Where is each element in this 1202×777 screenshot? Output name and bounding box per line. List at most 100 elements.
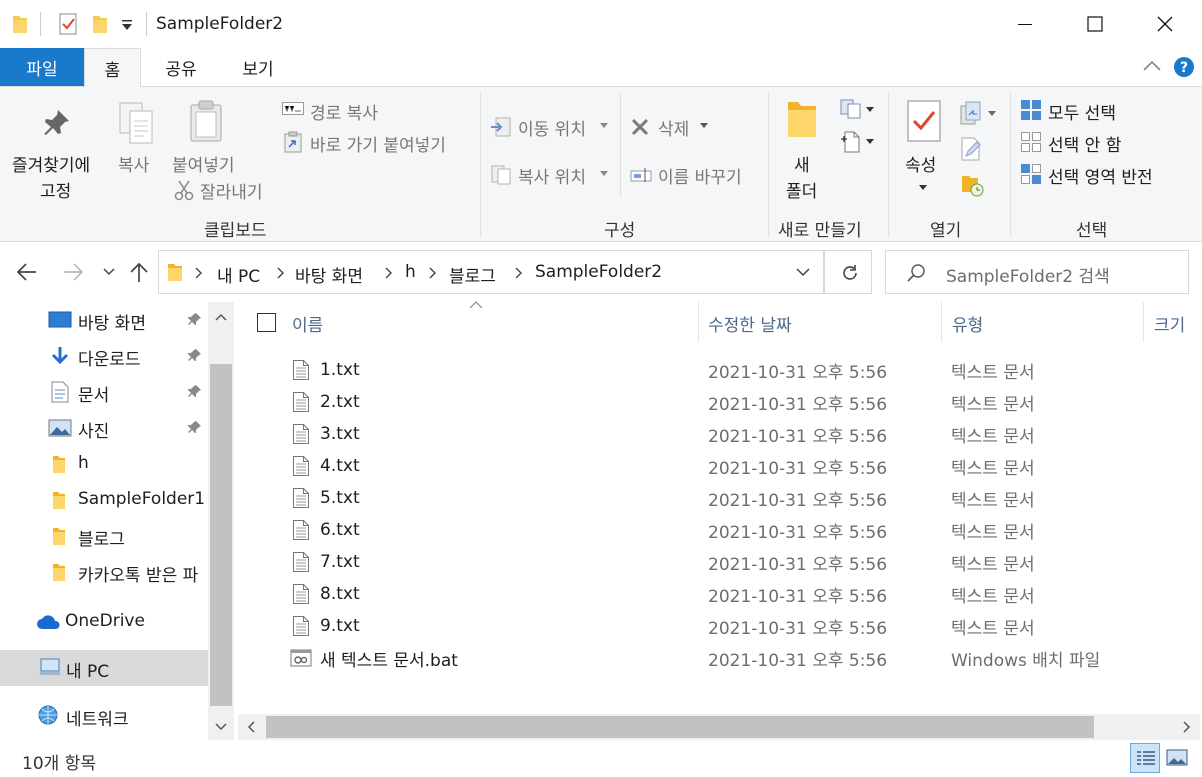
text-file-icon bbox=[292, 359, 310, 381]
copy-button[interactable]: 복사 bbox=[108, 87, 160, 197]
rename-button[interactable]: 이름 바꾸기 bbox=[630, 159, 760, 189]
file-row[interactable]: 2.txt 2021-10-31 오후 5:56 텍스트 문서 bbox=[240, 386, 1186, 418]
nav-item-downloads[interactable]: 다운로드 bbox=[0, 338, 208, 374]
select-none-icon bbox=[1020, 131, 1042, 153]
nav-item-my-pc[interactable]: 내 PC bbox=[0, 650, 208, 686]
file-row[interactable]: 8.txt 2021-10-31 오후 5:56 텍스트 문서 bbox=[240, 578, 1186, 610]
scroll-right-icon bbox=[1182, 721, 1192, 733]
select-all-checkbox[interactable] bbox=[257, 313, 276, 332]
folder-icon bbox=[52, 526, 66, 546]
recent-locations-button[interactable] bbox=[102, 266, 116, 278]
document-icon bbox=[50, 381, 70, 403]
forward-button[interactable] bbox=[60, 260, 86, 284]
search-box[interactable]: SampleFolder2 검색 bbox=[885, 250, 1189, 294]
file-row[interactable]: 1.txt 2021-10-31 오후 5:56 텍스트 문서 bbox=[240, 354, 1186, 386]
breadcrumb-separator-icon bbox=[515, 267, 523, 279]
invert-selection-button[interactable]: 선택 영역 반전 bbox=[1020, 161, 1180, 188]
nav-item-samplefolder1[interactable]: SampleFolder1 bbox=[0, 482, 208, 518]
details-view-button[interactable] bbox=[1130, 743, 1160, 773]
file-row[interactable]: 3.txt 2021-10-31 오후 5:56 텍스트 문서 bbox=[240, 418, 1186, 450]
nav-scrollbar-thumb[interactable] bbox=[210, 364, 232, 706]
copy-path-button[interactable]: 경로 복사 bbox=[282, 97, 402, 124]
pin-to-quick-access-button[interactable]: 즐겨찾기에 고정 bbox=[0, 87, 100, 207]
properties-label: 속성 bbox=[905, 156, 937, 176]
nav-item-onedrive[interactable]: OneDrive bbox=[0, 604, 208, 640]
file-row[interactable]: 7.txt 2021-10-31 오후 5:56 텍스트 문서 bbox=[240, 546, 1186, 578]
breadcrumb-h[interactable]: h bbox=[405, 262, 416, 282]
nav-item-blog[interactable]: 블로그 bbox=[0, 518, 208, 554]
file-row[interactable]: 5.txt 2021-10-31 오후 5:56 텍스트 문서 bbox=[240, 482, 1186, 514]
address-history-dropdown[interactable] bbox=[784, 250, 824, 294]
breadcrumb-desktop[interactable]: 바탕 화면 bbox=[295, 262, 363, 287]
nav-label-kakaotalk: 카카오톡 받은 파 bbox=[78, 566, 199, 586]
tab-view[interactable]: 보기 bbox=[228, 48, 288, 86]
new-folder-button[interactable]: 새 폴더 bbox=[778, 87, 828, 203]
breadcrumb-samplefolder2[interactable]: SampleFolder2 bbox=[535, 262, 662, 282]
text-file-icon bbox=[292, 615, 310, 637]
nav-item-pictures[interactable]: 사진 bbox=[0, 410, 208, 446]
move-to-button[interactable]: 이동 위치 bbox=[490, 111, 614, 141]
new-folder-quick-icon[interactable] bbox=[92, 14, 108, 34]
tab-home[interactable]: 홈 bbox=[84, 48, 141, 87]
nav-item-network[interactable]: 네트워크 bbox=[0, 698, 208, 734]
search-placeholder: SampleFolder2 검색 bbox=[946, 267, 1110, 287]
collapse-ribbon-icon[interactable] bbox=[1142, 58, 1162, 74]
file-row[interactable]: 6.txt 2021-10-31 오후 5:56 텍스트 문서 bbox=[240, 514, 1186, 546]
help-icon[interactable]: ? bbox=[1173, 56, 1195, 78]
nav-item-documents[interactable]: 문서 bbox=[0, 374, 208, 410]
new-item-button[interactable] bbox=[838, 97, 880, 123]
text-file-icon bbox=[292, 551, 310, 573]
delete-label: 삭제 bbox=[658, 120, 690, 140]
nav-item-desktop[interactable]: 바탕 화면 bbox=[0, 302, 208, 338]
breadcrumb-my-pc[interactable]: 내 PC bbox=[217, 262, 260, 287]
nav-scrollbar[interactable] bbox=[208, 302, 234, 740]
nav-item-kakaotalk[interactable]: 카카오톡 받은 파 bbox=[0, 554, 208, 590]
select-all-button[interactable]: 모두 선택 bbox=[1020, 97, 1140, 124]
column-header-modified[interactable]: 수정한 날짜 bbox=[708, 308, 938, 338]
pin-icon bbox=[40, 107, 72, 139]
file-type: 텍스트 문서 bbox=[951, 362, 1035, 383]
select-none-button[interactable]: 선택 안 함 bbox=[1020, 129, 1150, 156]
paste-button[interactable]: 붙여넣기 bbox=[168, 87, 248, 176]
refresh-button[interactable] bbox=[824, 250, 872, 294]
chevron-down-icon bbox=[795, 266, 811, 278]
copy-to-button[interactable]: 복사 위치 bbox=[490, 159, 614, 189]
close-button[interactable] bbox=[1130, 0, 1200, 48]
column-header-size[interactable]: 크기 bbox=[1154, 308, 1202, 338]
open-button[interactable] bbox=[960, 101, 1000, 127]
text-file-icon bbox=[292, 391, 310, 413]
back-button[interactable] bbox=[14, 260, 40, 284]
tab-file[interactable]: 파일 bbox=[0, 48, 84, 86]
pin-label-line1: 즐겨찾기에 bbox=[12, 156, 91, 176]
minimize-button[interactable] bbox=[990, 0, 1060, 48]
file-row[interactable]: 4.txt 2021-10-31 오후 5:56 텍스트 문서 bbox=[240, 450, 1186, 482]
up-button[interactable] bbox=[128, 260, 150, 284]
edit-button[interactable] bbox=[960, 137, 986, 163]
file-list-hscrollbar[interactable] bbox=[238, 714, 1200, 740]
column-header-name[interactable]: 이름 bbox=[292, 308, 692, 338]
breadcrumb-blog[interactable]: 블로그 bbox=[449, 262, 496, 287]
delete-button[interactable]: 삭제 bbox=[630, 111, 720, 141]
hscrollbar-thumb[interactable] bbox=[266, 716, 1094, 738]
folder-icon bbox=[52, 562, 66, 582]
large-icons-view-button[interactable] bbox=[1166, 749, 1188, 767]
file-row[interactable]: 새 텍스트 문서.bat 2021-10-31 오후 5:56 Windows 배치… bbox=[240, 642, 1186, 674]
properties-button[interactable]: 속성 bbox=[898, 87, 952, 203]
text-file-icon bbox=[292, 519, 310, 541]
group-label-new: 새로 만들기 bbox=[778, 221, 862, 241]
nav-label-my-pc: 내 PC bbox=[66, 662, 110, 682]
file-row[interactable]: 9.txt 2021-10-31 오후 5:56 텍스트 문서 bbox=[240, 610, 1186, 642]
column-header-type[interactable]: 유형 bbox=[952, 308, 1140, 338]
maximize-button[interactable] bbox=[1060, 0, 1130, 48]
nav-item-h[interactable]: h bbox=[0, 446, 208, 482]
easy-access-button[interactable] bbox=[838, 129, 880, 155]
cut-button[interactable]: 잘라내기 bbox=[172, 175, 282, 203]
scroll-left-icon bbox=[246, 721, 256, 733]
paste-shortcut-button[interactable]: 바로 가기 붙여넣기 bbox=[282, 129, 472, 156]
history-button[interactable] bbox=[960, 173, 986, 199]
quick-access-dropdown-icon[interactable] bbox=[120, 18, 134, 32]
address-bar[interactable]: 내 PC 바탕 화면 h 블로그 SampleFolder2 bbox=[158, 250, 824, 294]
tab-share[interactable]: 공유 bbox=[150, 48, 212, 86]
nav-label-documents: 문서 bbox=[78, 386, 110, 406]
properties-quick-icon[interactable] bbox=[58, 12, 78, 36]
